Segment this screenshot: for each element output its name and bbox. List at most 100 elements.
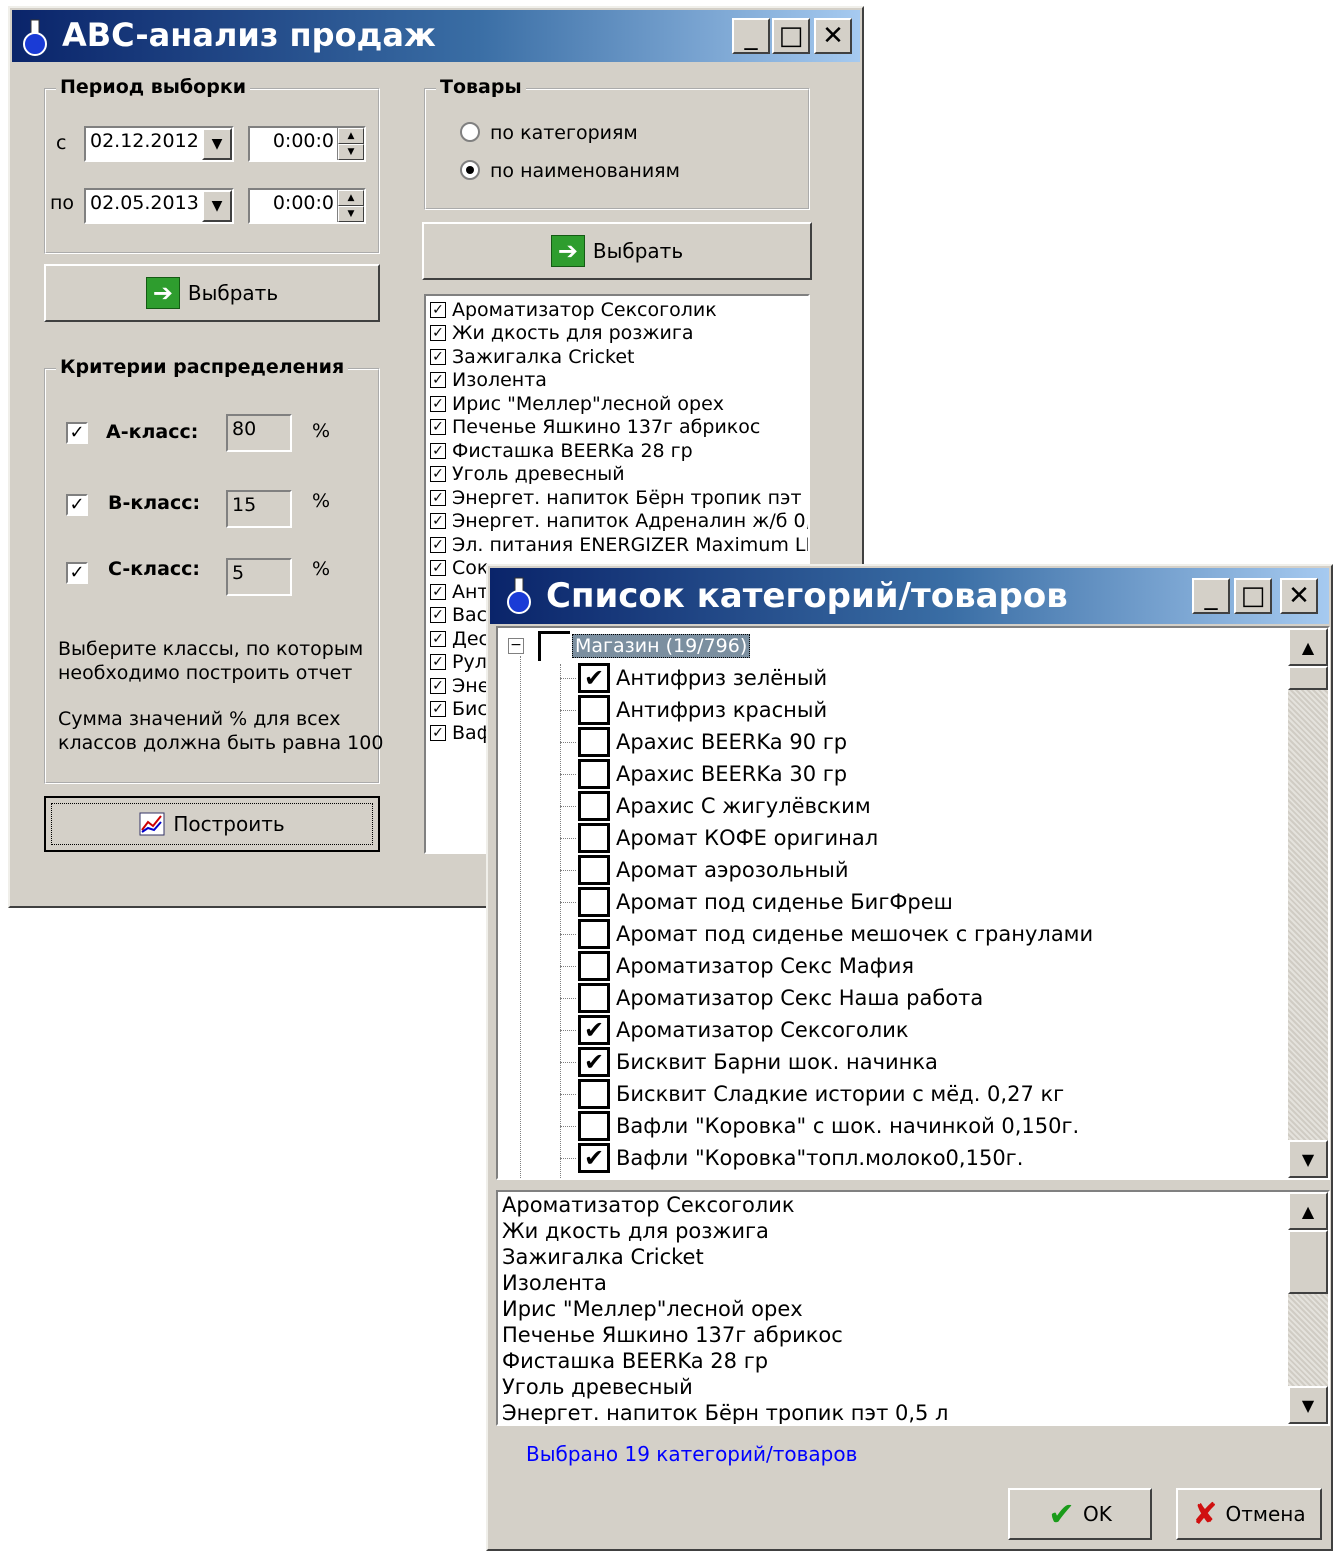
tree-item-checkbox[interactable] bbox=[578, 727, 610, 757]
selected-list-item[interactable]: Изолента bbox=[498, 1270, 1328, 1296]
from-time-spin[interactable]: 0:00:0 ▲ ▼ bbox=[248, 126, 366, 162]
tree-item-checkbox[interactable]: ✔ bbox=[578, 1143, 610, 1173]
goods-list-item[interactable]: ✓ Энергет. напиток Адреналин ж/б 0,25 bbox=[426, 510, 808, 534]
goods-item-checkbox[interactable]: ✓ bbox=[430, 325, 446, 342]
select-goods-button[interactable]: ➔ Выбрать bbox=[422, 222, 812, 280]
goods-item-checkbox[interactable]: ✓ bbox=[430, 348, 446, 365]
selected-list-item[interactable]: Уголь древесный bbox=[498, 1374, 1328, 1400]
radio-by-name-label[interactable]: по наименованиям bbox=[490, 160, 680, 182]
ok-button[interactable]: ✔ OK bbox=[1008, 1488, 1152, 1540]
radio-by-category-label[interactable]: по категориям bbox=[490, 122, 638, 144]
tree-item-checkbox[interactable] bbox=[578, 1079, 610, 1109]
tree-root-row[interactable]: − Магазин (19/796) bbox=[508, 630, 751, 662]
goods-item-checkbox[interactable]: ✓ bbox=[430, 372, 446, 389]
goods-list-item[interactable]: ✓ Ароматизатор Сексоголик bbox=[426, 298, 808, 322]
tree-item-checkbox[interactable] bbox=[578, 951, 610, 981]
selected-list-scrollbar[interactable]: ▲ ▼ bbox=[1288, 1192, 1328, 1424]
goods-item-checkbox[interactable]: ✓ bbox=[430, 607, 446, 624]
goods-list-item[interactable]: ✓ Изолента bbox=[426, 369, 808, 393]
tree-item-checkbox[interactable] bbox=[578, 855, 610, 885]
goods-item-checkbox[interactable]: ✓ bbox=[430, 513, 446, 530]
tree-item[interactable]: Арахис BEERKa 30 гр bbox=[578, 758, 847, 790]
tree-item[interactable]: ✔ Вафли "Коровка"топл.молоко0,150г. bbox=[578, 1142, 1023, 1174]
goods-item-checkbox[interactable]: ✓ bbox=[430, 442, 446, 459]
goods-item-checkbox[interactable]: ✓ bbox=[430, 395, 446, 412]
tree-item-checkbox[interactable] bbox=[578, 791, 610, 821]
tree-item[interactable]: Аромат КОФЕ оригинал bbox=[578, 822, 878, 854]
tree-item-checkbox[interactable] bbox=[578, 887, 610, 917]
tree-item-checkbox[interactable]: ✔ bbox=[578, 1047, 610, 1077]
from-time-spinner[interactable]: ▲ ▼ bbox=[337, 128, 364, 160]
radio-by-category[interactable] bbox=[460, 122, 480, 142]
c-class-percent-field[interactable]: 5 bbox=[226, 558, 292, 596]
goods-item-checkbox[interactable]: ✓ bbox=[430, 583, 446, 600]
minimize-button[interactable]: _ bbox=[1192, 578, 1230, 614]
selected-list-item[interactable]: Ирис "Меллер"лесной орех bbox=[498, 1296, 1328, 1322]
tree-item[interactable]: Бисквит Сладкие истории с мёд. 0,27 кг bbox=[578, 1078, 1064, 1110]
select-period-button[interactable]: ➔ Выбрать bbox=[44, 264, 380, 322]
from-date-combo[interactable]: 02.12.2012 ▼ bbox=[84, 126, 234, 162]
close-button[interactable]: ✕ bbox=[814, 18, 852, 54]
goods-item-checkbox[interactable]: ✓ bbox=[430, 419, 446, 436]
tree-item[interactable]: Арахис BEERKa 90 гр bbox=[578, 726, 847, 758]
tree-item[interactable]: Аромат аэрозольный bbox=[578, 854, 849, 886]
goods-item-checkbox[interactable]: ✓ bbox=[430, 560, 446, 577]
category-tree[interactable]: − Магазин (19/796) ✔ Антифриз зелёный Анти… bbox=[496, 626, 1330, 1180]
goods-item-checkbox[interactable]: ✓ bbox=[430, 677, 446, 694]
goods-item-checkbox[interactable]: ✓ bbox=[430, 724, 446, 741]
to-date-combo[interactable]: 02.05.2013 ▼ bbox=[84, 188, 234, 224]
tree-item-checkbox[interactable] bbox=[578, 1111, 610, 1141]
b-class-percent-field[interactable]: 15 bbox=[226, 490, 292, 528]
goods-item-checkbox[interactable]: ✓ bbox=[430, 301, 446, 318]
scroll-up-icon[interactable]: ▲ bbox=[1288, 1192, 1328, 1230]
a-class-checkbox[interactable]: ✓ bbox=[66, 422, 88, 444]
tree-item[interactable]: Арахис С жигулёвским bbox=[578, 790, 871, 822]
tree-item[interactable]: Ароматизатор Секс Мафия bbox=[578, 950, 914, 982]
from-date-dropdown-icon[interactable]: ▼ bbox=[202, 128, 232, 160]
selected-list-item[interactable]: Жи дкость для розжига bbox=[498, 1218, 1328, 1244]
goods-list-item[interactable]: ✓ Печенье Яшкино 137г абрикос bbox=[426, 416, 808, 440]
goods-item-checkbox[interactable]: ✓ bbox=[430, 466, 446, 483]
goods-list-item[interactable]: ✓ Зажигалка Cricket bbox=[426, 345, 808, 369]
tree-item-checkbox[interactable] bbox=[578, 919, 610, 949]
to-time-spin[interactable]: 0:00:0 ▲ ▼ bbox=[248, 188, 366, 224]
tree-item-checkbox[interactable] bbox=[578, 759, 610, 789]
b-class-checkbox[interactable]: ✓ bbox=[66, 494, 88, 516]
tree-item[interactable]: ✔ Ароматизатор Сексоголик bbox=[578, 1014, 909, 1046]
goods-list-item[interactable]: ✓ Энергет. напиток Бёрн тропик пэт 0,5 bbox=[426, 486, 808, 510]
abc-title-bar[interactable]: ABC-анализ продаж _ □ ✕ bbox=[12, 10, 860, 62]
scroll-down-icon[interactable]: ▼ bbox=[1288, 1386, 1328, 1424]
tree-item[interactable]: ✔ Бисквит Барни шок. начинка bbox=[578, 1046, 938, 1078]
selected-list-item[interactable]: Ароматизатор Сексоголик bbox=[498, 1192, 1328, 1218]
tree-item[interactable]: Аромат под сиденье мешочек с гранулами bbox=[578, 918, 1093, 950]
tree-item-checkbox[interactable] bbox=[578, 983, 610, 1013]
close-button[interactable]: ✕ bbox=[1280, 578, 1318, 614]
tree-root-checkbox[interactable] bbox=[538, 631, 570, 661]
selected-list-item[interactable]: Фисташка BEERKa 28 гр bbox=[498, 1348, 1328, 1374]
category-title-bar[interactable]: Список категорий/товаров _ □ ✕ bbox=[490, 568, 1329, 624]
tree-item[interactable]: ✔ Антифриз зелёный bbox=[578, 662, 827, 694]
tree-scrollbar[interactable]: ▲ ▼ bbox=[1288, 628, 1328, 1178]
tree-item[interactable]: Вафли "Коровка" с шок. начинкой 0,150г. bbox=[578, 1110, 1079, 1142]
goods-item-checkbox[interactable]: ✓ bbox=[430, 630, 446, 647]
selected-list-item[interactable]: Печенье Яшкино 137г абрикос bbox=[498, 1322, 1328, 1348]
minimize-button[interactable]: _ bbox=[732, 18, 770, 54]
maximize-button[interactable]: □ bbox=[772, 18, 810, 54]
goods-item-checkbox[interactable]: ✓ bbox=[430, 536, 446, 553]
a-class-percent-field[interactable]: 80 bbox=[226, 414, 292, 452]
scroll-up-icon[interactable]: ▲ bbox=[1288, 628, 1328, 666]
selected-list-item[interactable]: Зажигалка Cricket bbox=[498, 1244, 1328, 1270]
tree-item-checkbox[interactable] bbox=[578, 823, 610, 853]
goods-list-item[interactable]: ✓ Жи дкость для розжига bbox=[426, 322, 808, 346]
goods-list-item[interactable]: ✓ Уголь древесный bbox=[426, 463, 808, 487]
maximize-button[interactable]: □ bbox=[1234, 578, 1272, 614]
goods-item-checkbox[interactable]: ✓ bbox=[430, 489, 446, 506]
goods-item-checkbox[interactable]: ✓ bbox=[430, 701, 446, 718]
c-class-checkbox[interactable]: ✓ bbox=[66, 562, 88, 584]
build-report-button[interactable]: Построить bbox=[44, 796, 380, 852]
to-time-spinner[interactable]: ▲ ▼ bbox=[337, 190, 364, 222]
goods-list-item[interactable]: ✓ Эл. питания ENERGIZER Maximum LR( bbox=[426, 533, 808, 557]
tree-item-checkbox[interactable]: ✔ bbox=[578, 1015, 610, 1045]
tree-item-checkbox[interactable]: ✔ bbox=[578, 663, 610, 693]
goods-item-checkbox[interactable]: ✓ bbox=[430, 654, 446, 671]
